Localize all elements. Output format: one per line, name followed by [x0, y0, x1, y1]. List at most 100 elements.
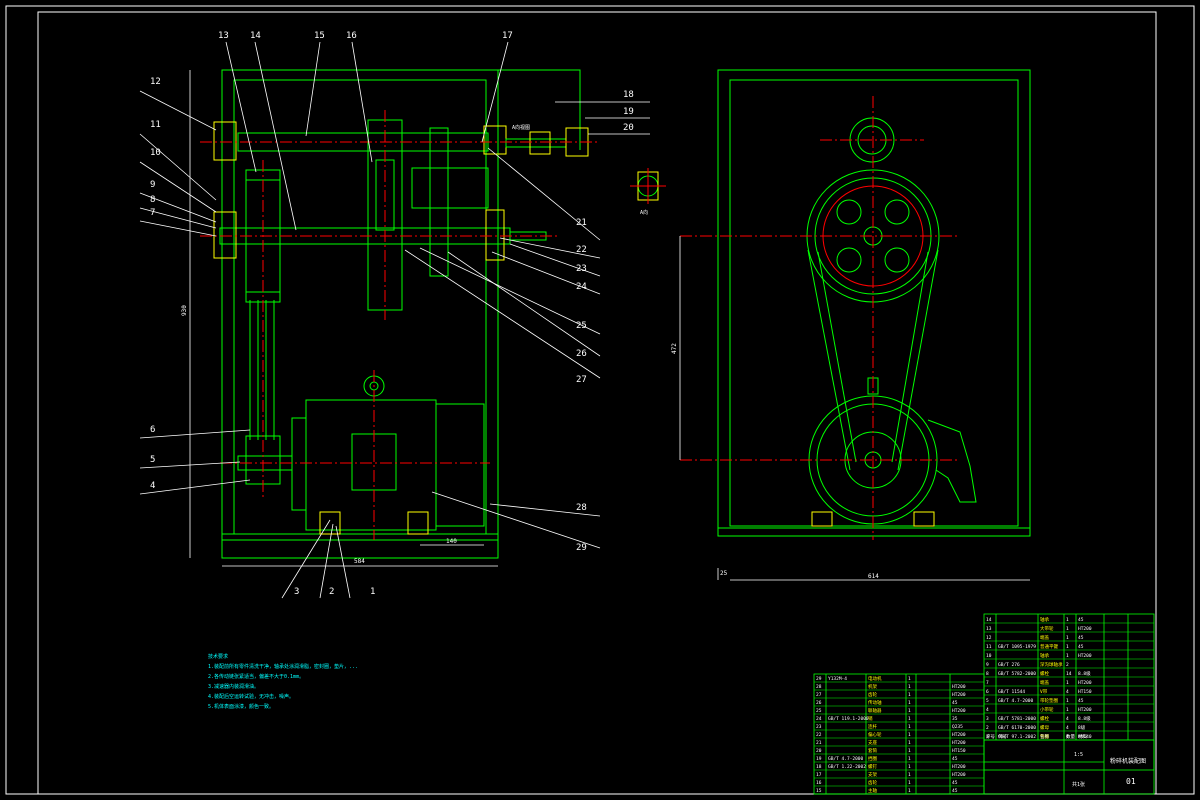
- bom-right-cell: 1: [1066, 644, 1069, 650]
- side-dim-width-label: 614: [868, 573, 879, 580]
- bom-right-cell: 深沟球轴承: [1040, 661, 1063, 668]
- leader-15: [305, 41, 321, 137]
- bom-left-cell: 1: [908, 740, 911, 746]
- bom-right-cell: 12: [986, 635, 992, 641]
- bom-right-cell: 1: [1066, 698, 1069, 704]
- tech-note-1: 1.装配前所有零件清洗干净，轴承处涂润滑脂，密封圈，垫片，...: [208, 663, 358, 670]
- bom-header-cell: 数量: [1066, 733, 1075, 740]
- bom-right-cell: GB/T 276: [998, 662, 1020, 668]
- bom-right-cell: GB/T 1095-1979: [998, 644, 1036, 650]
- bom-left-cell: 1: [908, 676, 911, 682]
- bom-left-cell: 电动机: [868, 675, 882, 682]
- bom-right-cell: 13: [986, 626, 992, 632]
- bom-left-cell: 1: [908, 692, 911, 698]
- bom-right-cell: 6: [986, 689, 989, 695]
- callout-left-3: 9: [150, 180, 155, 190]
- bom-right-cell: 带轮垫圈: [1040, 697, 1058, 704]
- a-view-label: A向: [640, 209, 648, 216]
- bom-left-cell: 45: [952, 780, 958, 786]
- bom-left-cell: 1: [908, 708, 911, 714]
- a-view-detail: [630, 168, 666, 204]
- bom-left-cell: 28: [816, 684, 822, 690]
- bom-right-cell: 1: [1066, 635, 1069, 641]
- dim-left-width: 584: [354, 558, 365, 565]
- bom-header-cell: 材料: [1078, 733, 1087, 740]
- bom-right-cell: 4: [1066, 725, 1069, 731]
- bom-right-cell: 螺栓: [1040, 715, 1049, 722]
- callout-top-0: 13: [218, 31, 229, 41]
- side-big-pulley-hole-1: [836, 199, 862, 225]
- support-block: [411, 167, 489, 209]
- bom-left-cell: 22: [816, 732, 822, 738]
- leader-16: [351, 41, 373, 163]
- bom-right-cell: 45: [1078, 644, 1084, 650]
- bom-left-cell: 1: [908, 684, 911, 690]
- callout-left-4: 8: [150, 195, 155, 205]
- callout-right-1: 22: [576, 245, 587, 255]
- bom-left-cell: 偏心轮: [868, 731, 882, 738]
- bom-right-cell: 1: [1066, 617, 1069, 623]
- callout-right-3: 24: [576, 282, 587, 292]
- bom-right-cell: 9: [986, 662, 989, 668]
- bom-right-cell: 4: [1066, 716, 1069, 722]
- linkage-block-18: [529, 131, 551, 155]
- bom-left-cell: HT200: [952, 732, 966, 738]
- leader-13: [225, 41, 257, 173]
- side-frame-inner: [729, 79, 1019, 527]
- callout-top-4: 17: [502, 31, 513, 41]
- technical-notes: 技术要求 1.装配前所有零件清洗干净，轴承处涂润滑脂，密封圈，垫片，... 2.…: [208, 653, 358, 710]
- bom-right-cell: 端盖: [1040, 634, 1049, 641]
- motor-foot-right: [407, 511, 429, 535]
- bom-text: 14 轴承 1 4513 大带轮 1 HT20012 端盖 1 4511 GB/T 1095-197…: [816, 616, 1092, 794]
- bom-right-cell: 螺母: [1040, 724, 1049, 731]
- bom-left-cell: 传动轴: [868, 699, 882, 706]
- bom-right-cell: GB/T 6170-2000: [998, 725, 1036, 731]
- bom-left-cell: 1: [908, 756, 911, 762]
- bom-left-cell: HT200: [952, 740, 966, 746]
- bom-left-cell: 1: [908, 748, 911, 754]
- side-big-pulley-hole-3: [836, 247, 862, 273]
- motor-body: [305, 399, 437, 531]
- callout-left-5: 7: [150, 208, 155, 218]
- bom-left-cell: 1: [908, 780, 911, 786]
- linkage-rod: [505, 138, 567, 148]
- callout-top-1: 14: [250, 31, 261, 41]
- bom-right-cell: 10: [986, 653, 992, 659]
- bom-left-cell: GB/T 119.1-2000: [828, 716, 869, 722]
- bom-left-cell: 45: [952, 788, 958, 794]
- bom-left-cell: HT150: [952, 748, 966, 754]
- callout-left-0: 12: [150, 77, 161, 87]
- bom-right-cell: 8.8级: [1078, 670, 1091, 677]
- bom-left-cell: 挡圈: [868, 755, 877, 762]
- bom-right-cell: 1: [1066, 653, 1069, 659]
- right-upper-bracket: [483, 125, 507, 155]
- side-big-pulley-hole-4: [884, 247, 910, 273]
- bom-left-cell: 45: [952, 700, 958, 706]
- front-center-lines: [200, 110, 600, 540]
- callout-top-2: 15: [314, 31, 325, 41]
- bom-right-cell: 3: [986, 716, 989, 722]
- bom-right-cell: 轴承: [1040, 616, 1049, 623]
- bom-right-cell: 8: [986, 671, 989, 677]
- callout-left-7: 5: [150, 455, 155, 465]
- bom-left-cell: 27: [816, 692, 822, 698]
- bom-right-cell: HT200: [1078, 626, 1092, 632]
- tech-notes-title: 技术要求: [208, 653, 228, 660]
- bom-left-cell: 机架: [868, 683, 877, 690]
- bom-right-cell: 45: [1078, 698, 1084, 704]
- a-view-arrow-label: A向视图: [512, 124, 530, 131]
- side-belt-right: [897, 249, 939, 471]
- sheet-text: 共1张: [1072, 781, 1085, 788]
- bom-left-cell: 齿轮: [868, 779, 877, 786]
- leader-11: [139, 133, 217, 201]
- bom-left-cell: 1: [908, 716, 911, 722]
- side-big-pulley-hole-2: [884, 199, 910, 225]
- bom-right-cell: 45: [1078, 617, 1084, 623]
- callout-left-6: 6: [150, 425, 155, 435]
- bom-right-cell: 大带轮: [1040, 625, 1054, 632]
- bom-right-cell: GB/T 5781-2000: [998, 716, 1036, 722]
- bom-right-cell: 2: [1066, 662, 1069, 668]
- bom-left-cell: 1: [908, 700, 911, 706]
- bom-left-cell: 18: [816, 764, 822, 770]
- callout-bottom-1: 2: [329, 587, 334, 597]
